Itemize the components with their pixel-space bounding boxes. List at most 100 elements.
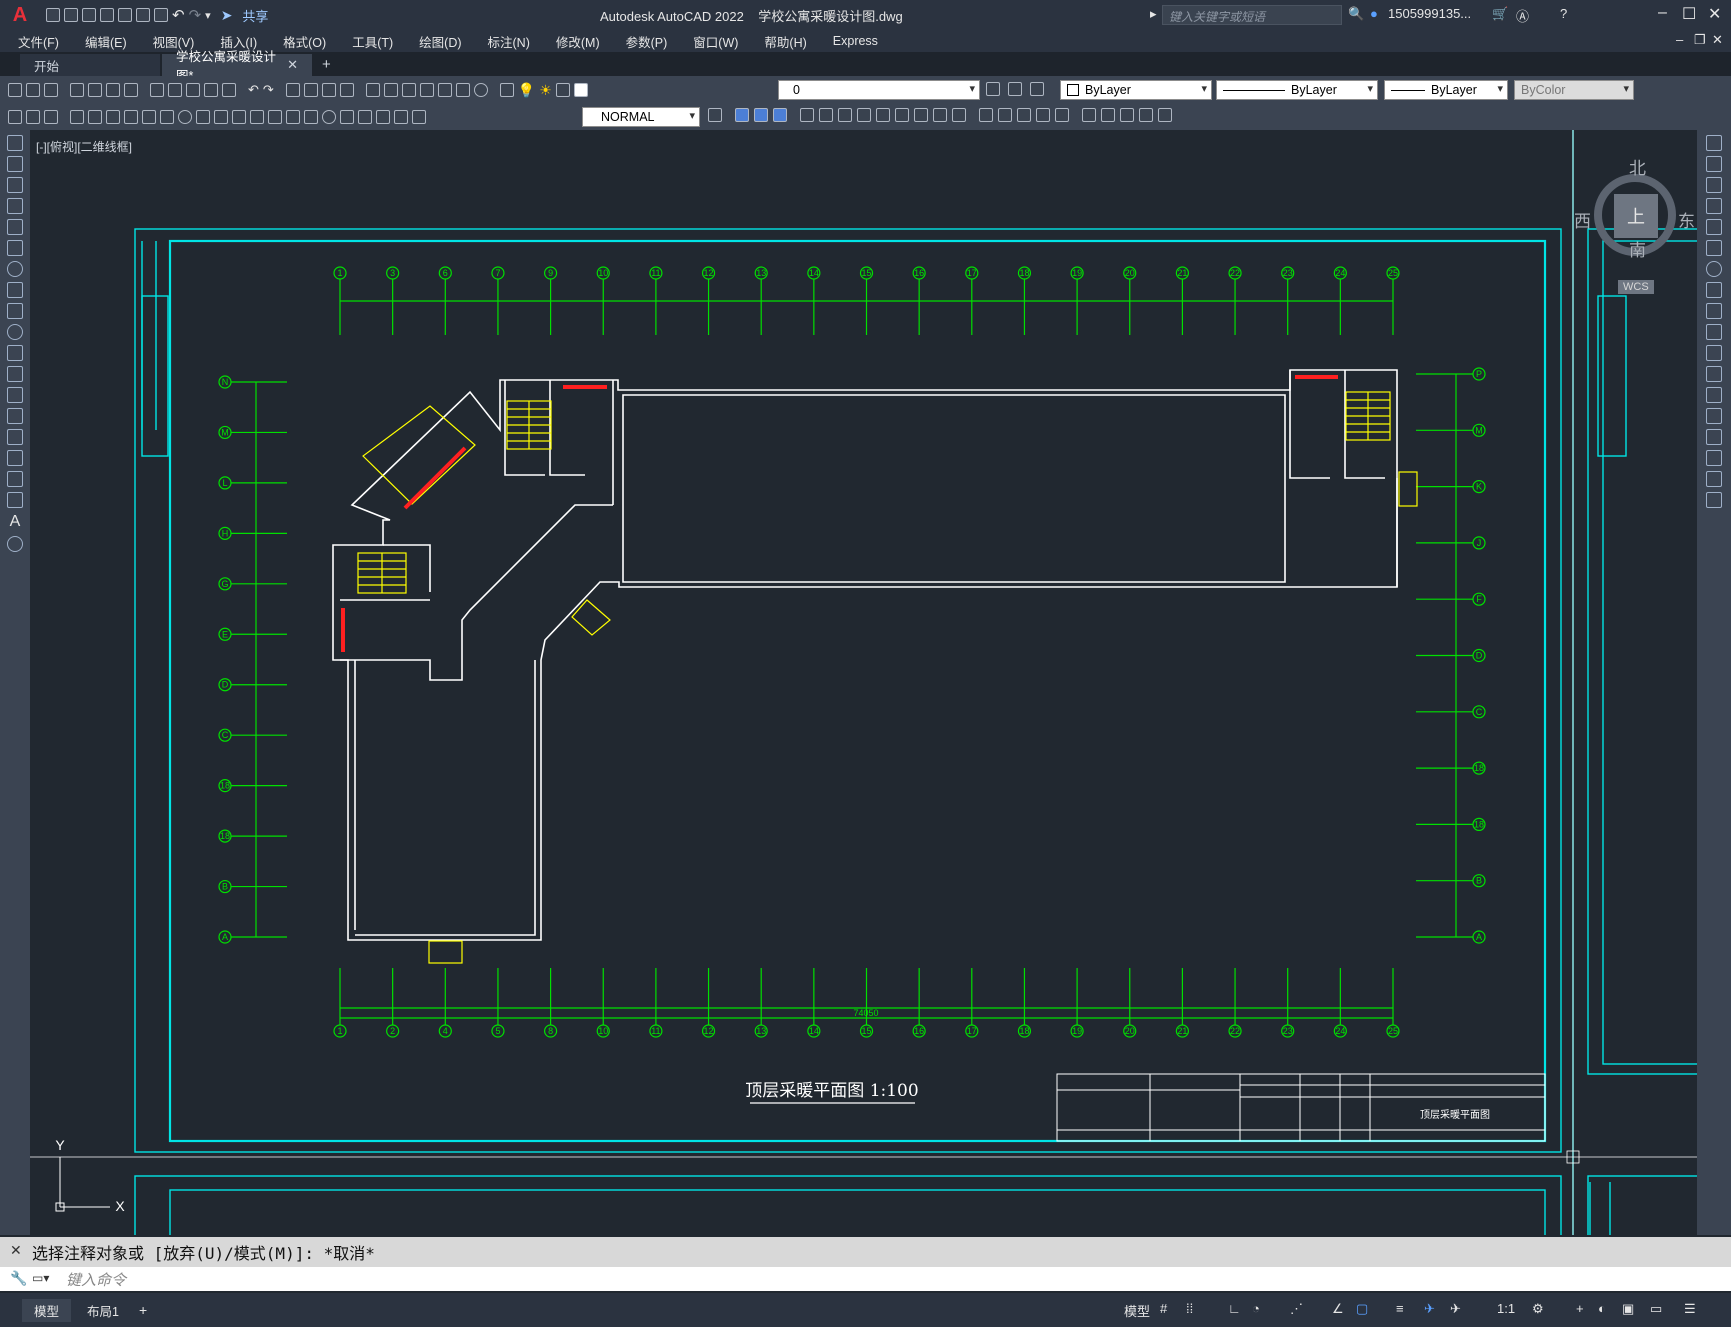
lineweight-icon[interactable]: ≡ [1396,1301,1404,1316]
recent-commands-icon[interactable]: ▭▾ [32,1271,49,1285]
cut-icon[interactable] [150,83,164,97]
open-icon[interactable] [26,83,40,97]
undo-icon[interactable]: ↶ [172,6,185,24]
stretch-icon[interactable] [1706,303,1722,319]
make-current-layer-icon[interactable] [986,82,1000,96]
pan-icon[interactable] [285,83,300,97]
isolate-objects-icon[interactable]: ◐ [1598,1301,1606,1316]
baseline-icon[interactable] [232,110,246,124]
rectangle-icon[interactable] [7,219,23,235]
array-icon[interactable] [1706,219,1722,235]
help-icon[interactable]: ? [1560,6,1567,21]
table-icon[interactable] [7,492,23,508]
zoom-window-icon[interactable] [321,83,336,97]
annotation-autoscale-icon[interactable]: ✈ [1450,1301,1461,1317]
plot-icon[interactable] [70,83,84,97]
layer-lock-icon[interactable] [555,83,570,97]
autodesk-app-icon[interactable]: Ⓐ [1516,6,1529,25]
aligned-dimension-icon[interactable] [88,110,102,124]
block-editor-icon[interactable] [222,83,236,97]
text-style-icon[interactable] [1082,108,1096,122]
modify-properties-icon[interactable] [8,110,22,124]
tab-start[interactable]: 开始 [20,54,160,76]
zoom-realtime-icon[interactable] [303,83,318,97]
point-icon[interactable] [7,408,23,424]
extend-icon[interactable] [1706,345,1722,361]
break-at-point-icon[interactable] [1706,366,1722,382]
menu-parametric[interactable]: 参数(P) [626,32,668,51]
join-icon[interactable] [1706,408,1722,424]
open-file-icon[interactable] [64,8,78,22]
fillet-icon[interactable] [1706,450,1722,466]
polar-icon[interactable]: ◔ [1252,1301,1260,1316]
properties-icon[interactable] [365,83,380,97]
new-file-icon[interactable] [46,8,60,22]
grid-icon[interactable]: # [1160,1301,1167,1316]
move-icon[interactable] [1706,240,1722,256]
layer-properties-icon[interactable] [499,83,514,97]
menu-tools[interactable]: 工具(T) [352,32,393,51]
rotate-icon[interactable] [857,108,871,122]
clip-icon[interactable] [1139,108,1153,122]
autocad-logo[interactable]: A [0,0,40,30]
move-icon[interactable] [838,108,852,122]
attach-icon[interactable] [1120,108,1134,122]
erase-icon[interactable] [735,108,749,122]
multiline-text-icon[interactable]: A [0,513,30,531]
dim-space-icon[interactable] [268,110,282,124]
command-input[interactable]: 键入命令 [66,1269,126,1290]
break-icon[interactable] [952,108,966,122]
chamfer-icon[interactable] [998,108,1012,122]
copy-object-icon[interactable] [754,108,768,122]
share-button[interactable]: 共享 [242,6,268,25]
plot-icon[interactable] [154,8,168,22]
extend-icon[interactable] [933,108,947,122]
open-web-icon[interactable] [118,8,132,22]
add-layout-icon[interactable]: + [139,1302,147,1318]
save-icon[interactable] [82,8,96,22]
explode-icon[interactable] [1706,492,1722,508]
dim-break-icon[interactable] [286,110,300,124]
sheet-set-icon[interactable] [419,83,434,97]
mirror-icon[interactable] [1706,177,1722,193]
array-icon[interactable] [819,108,833,122]
viewcube-north[interactable]: 北 [1629,154,1646,179]
tool-palettes-icon[interactable] [401,83,416,97]
ortho-icon[interactable]: ∟ [1228,1301,1241,1316]
inspect-icon[interactable] [340,110,354,124]
save-web-icon[interactable] [136,8,150,22]
chamfer-icon[interactable] [1706,429,1722,445]
blend-curves-icon[interactable] [1706,471,1722,487]
object-snap-icon[interactable]: ▢ [1356,1301,1368,1317]
gradient-icon[interactable] [7,450,23,466]
block-icon[interactable] [26,110,40,124]
redo-icon[interactable]: ↷ [189,6,202,24]
blend-icon[interactable] [1036,108,1050,122]
publish-icon[interactable] [106,83,120,97]
menu-file[interactable]: 文件(F) [18,32,59,51]
3d-print-icon[interactable] [124,83,138,97]
layer-on-icon[interactable]: 💡 [518,82,535,99]
trim-icon[interactable] [1706,324,1722,340]
redo-icon[interactable]: ↷ [263,82,274,98]
clean-screen-icon[interactable]: ▭ [1650,1301,1662,1317]
insert-block-icon[interactable] [7,366,23,382]
match-properties-icon[interactable] [204,83,218,97]
jogged-icon[interactable] [160,110,174,124]
viewcube[interactable]: 上 北 南 西 东 WCS [1574,154,1695,294]
close-command-icon[interactable]: ✕ [10,1242,22,1259]
paste-icon[interactable] [186,83,200,97]
snap-icon[interactable]: ⁞⁞ [1186,1301,1193,1316]
workspace-gear-icon[interactable]: ⚙ [1532,1301,1544,1317]
menu-express[interactable]: Express [833,34,878,48]
revision-cloud-icon[interactable] [7,282,23,298]
search-icon[interactable]: 🔍 [1348,6,1364,22]
help-icon[interactable] [473,83,488,97]
linear-dimension-icon[interactable] [70,110,84,124]
circle-icon[interactable] [7,261,23,277]
share-icon[interactable]: ➤ [221,7,233,24]
break-icon[interactable] [1706,387,1722,403]
viewcube-south[interactable]: 南 [1629,236,1646,261]
drawing-canvas[interactable]: 1 3 6 7 9 10 11 12 13 14 15 16 17 18 19 20 21 22 23 24 251 2 4… [30,130,1697,1235]
tab-layout1[interactable]: 布局1 [75,1299,131,1322]
